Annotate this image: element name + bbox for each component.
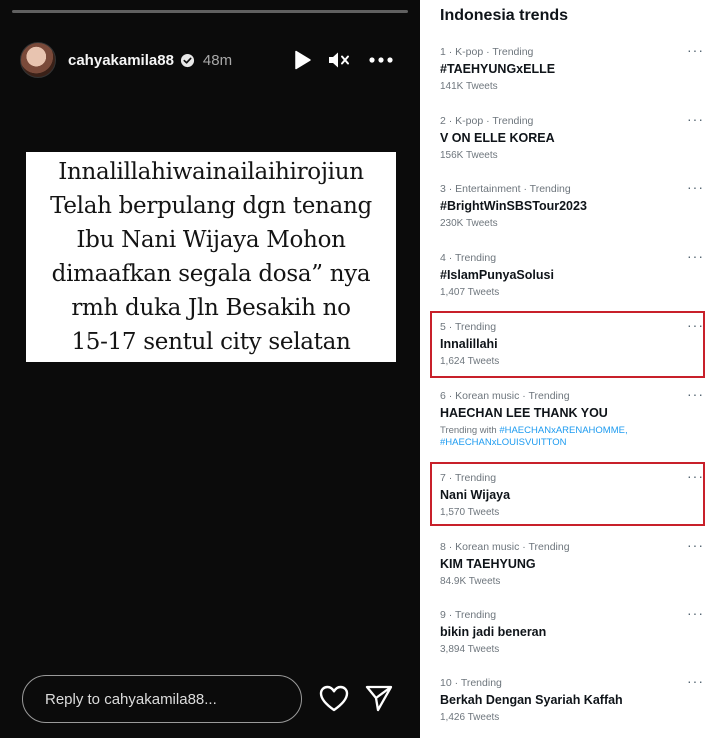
trend-meta: 3 · Entertainment · Trending — [440, 183, 571, 195]
story-header: cahyakamila88 48m — [20, 40, 400, 80]
more-icon — [369, 57, 393, 63]
trend-meta: 4 · Trending — [440, 252, 497, 264]
send-icon[interactable] — [364, 683, 394, 713]
trend-item[interactable]: 10 · Trending Berkah Dengan Syariah Kaff… — [440, 673, 710, 724]
trending-with-tag[interactable]: #HAECHANxLOUISVUITTON — [440, 437, 567, 448]
mute-icon — [329, 52, 349, 68]
reply-placeholder: Reply to cahyakamila88... — [45, 690, 217, 708]
trending-with: Trending with #HAECHANxARENAHOMME, #HAEC… — [440, 425, 710, 449]
trend-meta: 5 · Trending — [440, 321, 497, 333]
trend-count: 141K Tweets — [440, 81, 498, 92]
story-caption: Innalillahiwainailaihirojiun Telah berpu… — [26, 152, 396, 362]
story-username[interactable]: cahyakamila88 — [68, 52, 174, 69]
trends-heading: Indonesia trends — [440, 7, 569, 24]
trend-item[interactable]: 5 · Trending Innalillahi 1,624 Tweets ··… — [440, 317, 710, 368]
trend-name: KIM TAEHYUNG — [440, 557, 536, 571]
trend-name: HAECHAN LEE THANK YOU — [440, 406, 608, 420]
trend-name: bikin jadi beneran — [440, 625, 547, 639]
caption-line: Telah berpulang dgn tenang — [50, 193, 372, 219]
trend-item[interactable]: 2 · K-pop · Trending V ON ELLE KOREA 156… — [440, 111, 710, 162]
play-button[interactable] — [288, 40, 318, 80]
trend-item[interactable]: 9 · Trending bikin jadi beneran 3,894 Tw… — [440, 605, 710, 656]
trend-more-button[interactable]: ··· — [687, 605, 704, 621]
trend-meta: 8 · Korean music · Trending — [440, 541, 570, 553]
trending-with-label: Trending with — [440, 425, 497, 436]
trend-more-button[interactable]: ··· — [687, 42, 704, 58]
trend-meta: 2 · K-pop · Trending — [440, 115, 534, 127]
trend-item[interactable]: 1 · K-pop · Trending #TAEHYUNGxELLE 141K… — [440, 42, 710, 93]
trend-more-button[interactable]: ··· — [687, 179, 704, 195]
trend-name: Nani Wijaya — [440, 488, 511, 502]
trend-count: 1,407 Tweets — [440, 287, 500, 298]
reply-input[interactable]: Reply to cahyakamila88... — [22, 675, 302, 723]
caption-line: Ibu Nani Wijaya Mohon — [76, 227, 346, 253]
trending-with-tag[interactable]: #HAECHANxARENAHOMME, — [499, 425, 627, 436]
trend-more-button[interactable]: ··· — [687, 317, 704, 333]
trend-count: 84.9K Tweets — [440, 576, 501, 587]
trend-item[interactable]: 6 · Korean music · Trending HAECHAN LEE … — [440, 386, 710, 449]
trend-count: 1,426 Tweets — [440, 712, 500, 723]
caption-line: 15-17 sentul city selatan — [71, 329, 351, 355]
trend-count: 3,894 Tweets — [440, 644, 500, 655]
story-progress-bar — [12, 10, 408, 13]
trend-item[interactable]: 3 · Entertainment · Trending #BrightWinS… — [440, 179, 710, 230]
trend-more-button[interactable]: ··· — [687, 673, 704, 689]
trend-name: V ON ELLE KOREA — [440, 131, 555, 145]
trend-count: 230K Tweets — [440, 218, 498, 229]
mute-button[interactable] — [324, 40, 354, 80]
trend-meta: 10 · Trending — [440, 677, 502, 689]
trend-more-button[interactable]: ··· — [687, 537, 704, 553]
trends-panel: Indonesia trends 1 · K-pop · Trending #T… — [420, 0, 720, 738]
trend-name: #BrightWinSBSTour2023 — [440, 199, 587, 213]
trend-item[interactable]: 4 · Trending #IslamPunyaSolusi 1,407 Twe… — [440, 248, 710, 299]
trend-more-button[interactable]: ··· — [687, 386, 704, 402]
play-icon — [295, 50, 311, 70]
trend-count: 156K Tweets — [440, 150, 498, 161]
trend-meta: 7 · Trending — [440, 472, 497, 484]
trend-meta: 6 · Korean music · Trending — [440, 390, 570, 402]
trend-name: #IslamPunyaSolusi — [440, 268, 554, 282]
trend-name: Innalillahi — [440, 337, 498, 351]
trend-more-button[interactable]: ··· — [687, 248, 704, 264]
story-timestamp: 48m — [202, 51, 233, 69]
trend-meta: 1 · K-pop · Trending — [440, 46, 534, 58]
trend-name: #TAEHYUNGxELLE — [440, 62, 556, 76]
caption-line: dimaafkan segala dosa” nya — [51, 261, 371, 287]
trend-count: 1,624 Tweets — [440, 356, 500, 367]
story-viewer: cahyakamila88 48m Innalillahiwainailaihi… — [0, 0, 420, 738]
trend-item[interactable]: 7 · Trending Nani Wijaya 1,570 Tweets ··… — [440, 468, 710, 519]
trend-more-button[interactable]: ··· — [687, 468, 704, 484]
trend-meta: 9 · Trending — [440, 609, 497, 621]
trend-more-button[interactable]: ··· — [687, 111, 704, 127]
trend-item[interactable]: 8 · Korean music · Trending KIM TAEHYUNG… — [440, 537, 710, 588]
caption-line: Innalillahiwainailaihirojiun — [58, 159, 364, 185]
caption-line: rmh duka Jln Besakih no — [71, 295, 351, 321]
trend-name: Berkah Dengan Syariah Kaffah — [440, 693, 623, 707]
avatar[interactable] — [20, 42, 56, 78]
heart-icon[interactable] — [318, 683, 350, 715]
more-options-button[interactable] — [366, 40, 396, 80]
trend-count: 1,570 Tweets — [440, 507, 500, 518]
verified-icon — [180, 53, 194, 67]
